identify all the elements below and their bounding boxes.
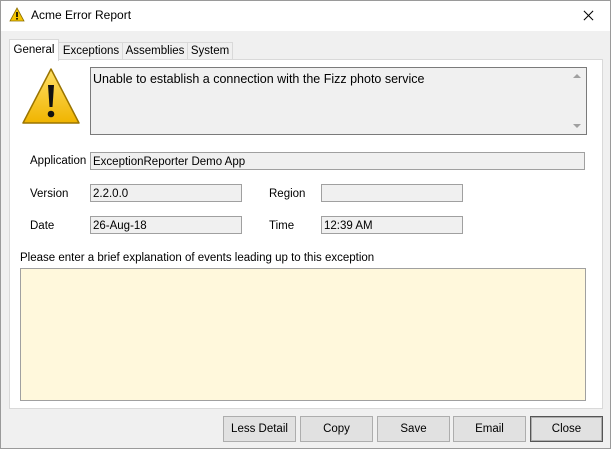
application-label: Application	[30, 155, 87, 167]
close-button[interactable]: Close	[530, 416, 603, 442]
less-detail-button[interactable]: Less Detail	[223, 416, 296, 442]
time-field[interactable]: 12:39 AM	[321, 216, 463, 234]
version-label: Version	[30, 188, 69, 200]
copy-button[interactable]: Copy	[300, 416, 373, 442]
tab-system[interactable]: System	[187, 42, 233, 60]
title-bar[interactable]: Acme Error Report	[1, 1, 610, 31]
date-label: Date	[30, 220, 55, 232]
tab-exceptions[interactable]: Exceptions	[58, 42, 124, 60]
time-label: Time	[269, 220, 295, 232]
tab-assemblies[interactable]: Assemblies	[122, 42, 188, 60]
save-button[interactable]: Save	[377, 416, 450, 442]
explanation-prompt: Please enter a brief explanation of even…	[20, 252, 375, 264]
exception-message-box[interactable]: Unable to establish a connection with th…	[90, 67, 587, 135]
window-title: Acme Error Report	[31, 8, 132, 22]
application-field[interactable]: ExceptionReporter Demo App	[90, 152, 585, 170]
error-report-window: Acme Error Report General Exceptions Ass…	[0, 0, 611, 449]
scroll-down-icon[interactable]	[573, 124, 581, 128]
version-field[interactable]: 2.2.0.0	[90, 184, 242, 202]
exception-message-text: Unable to establish a connection with th…	[93, 72, 425, 86]
date-field[interactable]: 26-Aug-18	[90, 216, 242, 234]
region-label: Region	[269, 188, 306, 200]
large-warning-icon	[22, 68, 80, 124]
region-field[interactable]	[321, 184, 463, 202]
explanation-textarea[interactable]	[20, 268, 586, 401]
warning-icon	[9, 7, 25, 22]
scroll-up-icon[interactable]	[573, 74, 581, 78]
tab-general[interactable]: General	[9, 39, 59, 61]
email-button[interactable]: Email	[453, 416, 526, 442]
window-close-icon[interactable]	[564, 1, 610, 31]
message-scrollbar[interactable]	[570, 68, 586, 134]
